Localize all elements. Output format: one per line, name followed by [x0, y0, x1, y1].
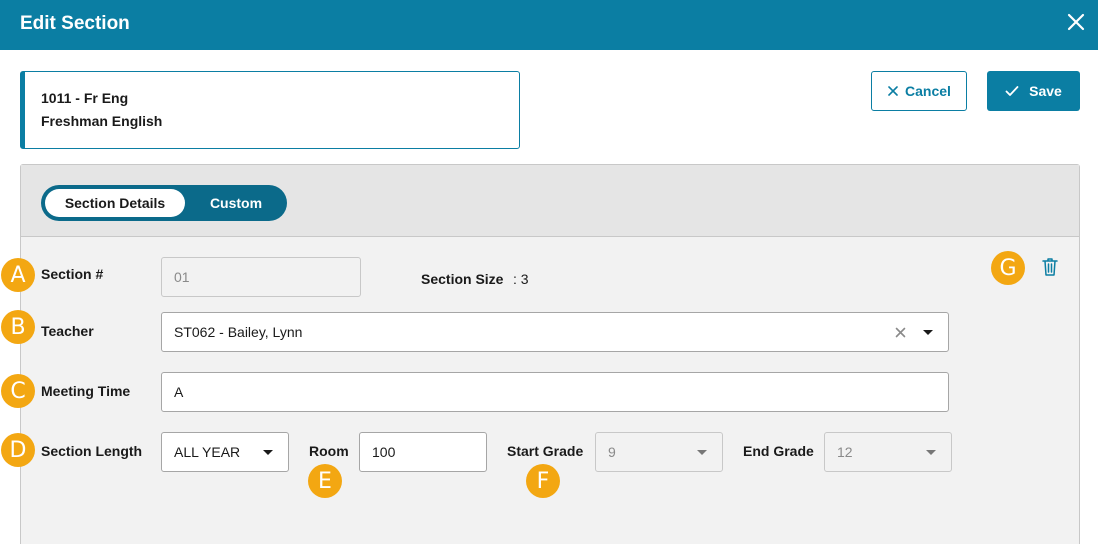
section-number-field: 01 [161, 257, 361, 297]
section-length-select[interactable]: ALL YEAR [161, 432, 289, 472]
section-size-value: : 3 [513, 271, 529, 287]
teacher-select[interactable]: ST062 - Bailey, Lynn [161, 312, 949, 352]
trash-icon[interactable] [1040, 256, 1060, 278]
caret-down-icon[interactable] [263, 450, 273, 455]
tab-switcher: Section Details Custom [41, 185, 287, 221]
section-number-label: Section # [41, 266, 104, 282]
save-label: Save [1029, 83, 1062, 99]
check-icon [1005, 86, 1019, 96]
end-grade-value: 12 [837, 444, 853, 460]
teacher-label: Teacher [41, 323, 94, 339]
x-icon [888, 86, 898, 96]
close-icon[interactable] [1064, 10, 1088, 34]
meeting-time-label: Meeting Time [41, 383, 131, 399]
callout-badge: A [1, 258, 35, 292]
clear-icon[interactable] [895, 327, 906, 338]
dialog-title: Edit Section [20, 13, 130, 34]
start-grade-label: Start Grade [507, 443, 584, 459]
start-grade-select: 9 [595, 432, 723, 472]
callout-badge: F [526, 464, 560, 498]
course-card: 1011 - Fr Eng Freshman English [20, 71, 520, 149]
end-grade-select: 12 [824, 432, 952, 472]
caret-down-icon [926, 450, 936, 455]
panel-tab-bar: Section Details Custom [21, 165, 1079, 237]
caret-down-icon[interactable] [923, 330, 933, 335]
caret-down-icon [697, 450, 707, 455]
dialog-header: Edit Section [0, 0, 1098, 50]
callout-badge: G [991, 251, 1025, 285]
course-name: Freshman English [41, 113, 163, 129]
end-grade-label: End Grade [743, 443, 814, 459]
start-grade-value: 9 [608, 444, 616, 460]
callout-badge: C [1, 374, 35, 408]
section-length-value: ALL YEAR [174, 444, 241, 460]
section-size-label: Section Size [421, 271, 504, 287]
tab-custom[interactable]: Custom [189, 189, 283, 217]
callout-badge: B [1, 310, 35, 344]
cancel-button[interactable]: Cancel [871, 71, 967, 111]
callout-badge: D [1, 433, 35, 467]
tab-section-details[interactable]: Section Details [45, 189, 185, 217]
section-length-label: Section Length [41, 443, 143, 459]
course-code: 1011 - Fr Eng [41, 90, 129, 106]
save-button[interactable]: Save [987, 71, 1080, 111]
room-label: Room [309, 443, 349, 459]
cancel-label: Cancel [905, 83, 951, 99]
callout-badge: E [308, 464, 342, 498]
meeting-time-input[interactable]: A [161, 372, 949, 412]
room-input[interactable]: 100 [359, 432, 487, 472]
teacher-value: ST062 - Bailey, Lynn [174, 324, 303, 340]
